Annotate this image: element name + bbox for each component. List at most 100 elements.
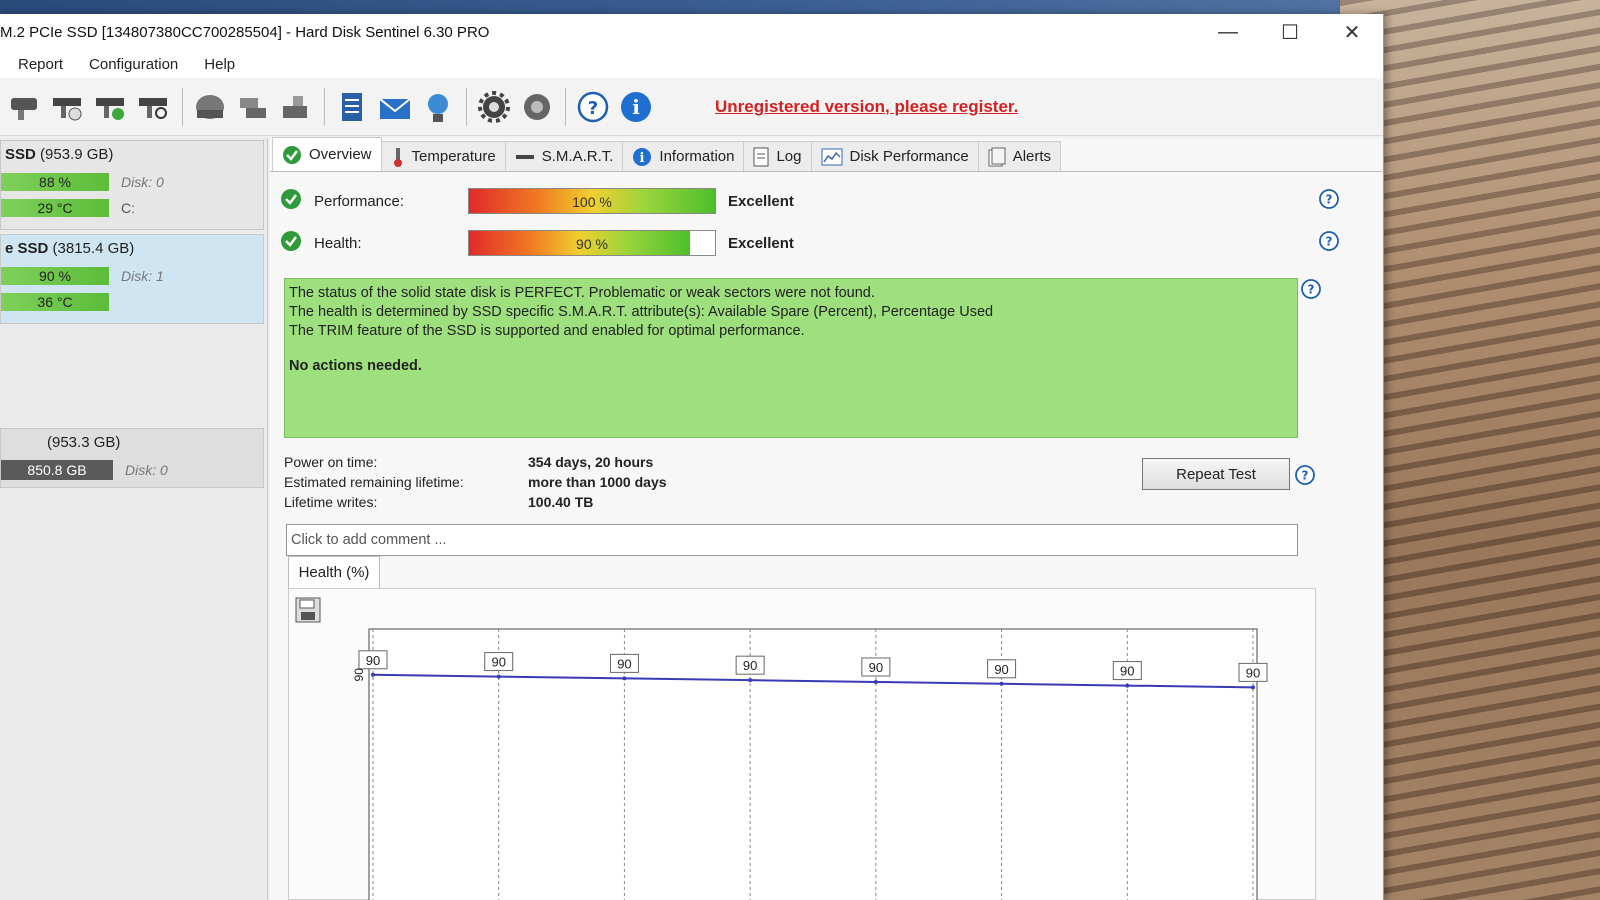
- check-icon: [280, 188, 302, 214]
- menu-help[interactable]: Help: [204, 56, 235, 73]
- toolbar-separator: [565, 87, 566, 126]
- disk-check-icon[interactable]: [92, 88, 130, 126]
- status-line: The health is determined by SSD specific…: [289, 304, 994, 320]
- help-icon[interactable]: ?: [574, 88, 612, 126]
- chart-point: [1251, 685, 1255, 690]
- performance-value: 100 %: [572, 194, 612, 210]
- chart-data-label: 90: [743, 658, 757, 673]
- chart-data-label: 90: [1120, 664, 1134, 679]
- network-icon[interactable]: [419, 88, 457, 126]
- status-line: The status of the solid state disk is PE…: [289, 285, 875, 301]
- usb-drive-icon[interactable]: [277, 88, 315, 126]
- performance-meter: 100 %: [468, 188, 716, 214]
- chart-point: [622, 676, 627, 681]
- disk-search-icon[interactable]: [135, 88, 173, 126]
- disk-temperature-bar: 36 °C: [1, 293, 109, 311]
- tab-log[interactable]: Log: [743, 141, 812, 171]
- health-label: Health:: [314, 234, 362, 252]
- help-icon[interactable]: ?: [1318, 188, 1340, 214]
- menu-report[interactable]: Report: [18, 56, 63, 73]
- lifetime-value: more than 1000 days: [528, 474, 667, 490]
- repeat-test-button[interactable]: Repeat Test: [1142, 458, 1290, 490]
- health-status: Excellent: [728, 234, 794, 252]
- main-panel: Overview Temperature S.M.A.R.T. i Inform…: [270, 137, 1382, 900]
- smart-icon: [515, 147, 535, 167]
- disk-number: Disk: 0: [121, 174, 164, 190]
- menu-configuration[interactable]: Configuration: [89, 56, 178, 73]
- chart-point: [371, 672, 375, 677]
- tab-information[interactable]: i Information: [622, 141, 745, 171]
- maximize-button[interactable]: ☐: [1259, 14, 1321, 50]
- disk-icon[interactable]: [6, 88, 44, 126]
- register-link[interactable]: Unregistered version, please register.: [715, 97, 1018, 117]
- health-meter: 90 %: [468, 230, 716, 256]
- volume-size: (953.3 GB): [47, 434, 121, 451]
- performance-label: Performance:: [314, 192, 405, 210]
- volume-disk-number: Disk: 0: [125, 462, 168, 478]
- disk-drive-letter: C:: [121, 200, 135, 216]
- toolbar: ? i Unregistered version, please registe…: [0, 78, 1383, 136]
- disk-size: (3815.4 GB): [52, 240, 135, 257]
- info-icon: i: [632, 147, 652, 167]
- drives-icon[interactable]: [234, 88, 272, 126]
- volume-item[interactable]: (953.3 GB) 850.8 GB Disk: 0: [0, 428, 264, 488]
- hard-drive-icon[interactable]: [191, 88, 229, 126]
- tab-smart[interactable]: S.M.A.R.T.: [504, 141, 624, 171]
- svg-text:?: ?: [1326, 193, 1333, 207]
- email-icon[interactable]: [376, 88, 414, 126]
- chart-data-label: 90: [994, 662, 1008, 677]
- performance-status: Excellent: [728, 192, 794, 210]
- health-chart: 90 90 90 90 90 90 90 9090: [352, 628, 1268, 900]
- chart-y-tick-label: 90: [352, 668, 366, 682]
- document-icon: [753, 147, 769, 167]
- writes-label: Lifetime writes:: [284, 494, 378, 510]
- toolbar-separator: [466, 87, 467, 126]
- status-action: No actions needed.: [289, 358, 422, 374]
- thermometer-icon: [391, 147, 405, 167]
- disk-name: e SSD: [5, 240, 49, 257]
- performance-row: Performance: 100 % Excellent ?: [280, 186, 1340, 216]
- svg-text:i: i: [632, 95, 640, 119]
- help-icon[interactable]: ?: [1300, 278, 1322, 304]
- health-value: 90 %: [576, 236, 608, 252]
- toolbar-separator: [182, 87, 183, 126]
- chart-data-label: 90: [1246, 665, 1260, 680]
- performance-chart-icon: [821, 148, 843, 166]
- tab-temperature[interactable]: Temperature: [380, 141, 506, 171]
- sound-icon[interactable]: [518, 88, 556, 126]
- svg-text:?: ?: [1326, 235, 1333, 249]
- app-window: M.2 PCIe SSD [134807380CC700285504] - Ha…: [0, 14, 1384, 900]
- status-line: The TRIM feature of the SSD is supported…: [289, 323, 805, 339]
- tab-health-chart[interactable]: Health (%): [288, 556, 380, 588]
- help-icon[interactable]: ?: [1318, 230, 1340, 256]
- disk-health-bar: 88 %: [1, 173, 109, 191]
- disk-number: Disk: 1: [121, 268, 164, 284]
- disk-item-1[interactable]: e SSD (3815.4 GB) 90 % Disk: 1 36 °C: [0, 234, 264, 324]
- tab-bar: Overview Temperature S.M.A.R.T. i Inform…: [270, 137, 1382, 172]
- report-icon[interactable]: [333, 88, 371, 126]
- svg-text:?: ?: [1308, 283, 1315, 297]
- minimize-button[interactable]: —: [1197, 14, 1259, 50]
- tab-alerts[interactable]: Alerts: [977, 141, 1062, 171]
- chart-point: [999, 681, 1004, 686]
- comment-input[interactable]: Click to add comment ...: [286, 524, 1298, 556]
- tab-overview[interactable]: Overview: [272, 137, 382, 171]
- menu-bar: Report Configuration Help: [0, 50, 1383, 78]
- title-bar[interactable]: M.2 PCIe SSD [134807380CC700285504] - Ha…: [0, 14, 1383, 50]
- disk-schedule-icon[interactable]: [49, 88, 87, 126]
- close-button[interactable]: ✕: [1321, 14, 1383, 50]
- tab-disk-performance[interactable]: Disk Performance: [810, 141, 979, 171]
- help-icon[interactable]: ?: [1294, 464, 1316, 490]
- chart-point: [873, 679, 878, 684]
- svg-text:?: ?: [588, 98, 598, 119]
- disk-list-panel: SSD (953.9 GB) 88 % Disk: 0 29 °C C: e S…: [0, 138, 268, 900]
- svg-text:i: i: [640, 151, 645, 166]
- chart-data-label: 90: [366, 653, 380, 668]
- chart-data-label: 90: [491, 655, 505, 670]
- disk-info: Power on time: 354 days, 20 hours Estima…: [284, 452, 667, 512]
- gear-icon[interactable]: [475, 88, 513, 126]
- chart-point: [496, 674, 501, 679]
- toolbar-separator: [324, 87, 325, 126]
- info-icon[interactable]: i: [617, 88, 655, 126]
- disk-item-0[interactable]: SSD (953.9 GB) 88 % Disk: 0 29 °C C:: [0, 140, 264, 230]
